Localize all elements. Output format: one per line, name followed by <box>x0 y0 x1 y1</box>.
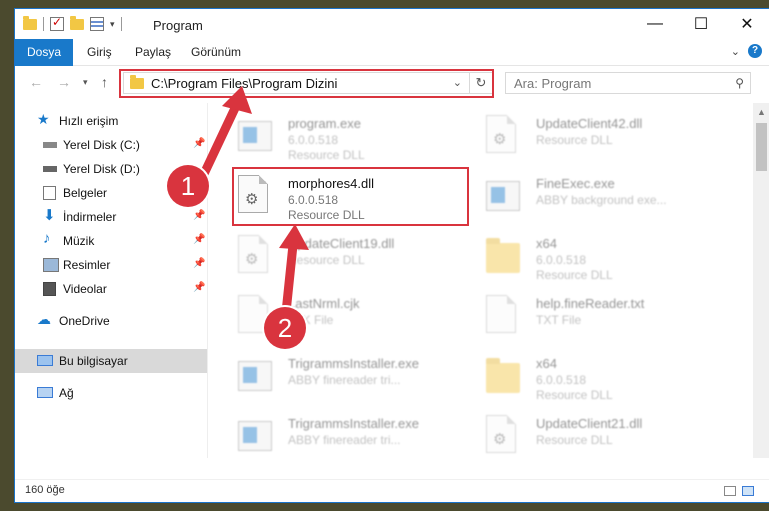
arrow-1-head <box>222 86 252 114</box>
arrow-2-head <box>279 224 309 250</box>
arrow-1-shaft <box>198 101 241 181</box>
step-2-badge: 2 <box>264 307 306 349</box>
step-1-badge: 1 <box>167 165 209 207</box>
annotation-arrows <box>198 86 309 327</box>
